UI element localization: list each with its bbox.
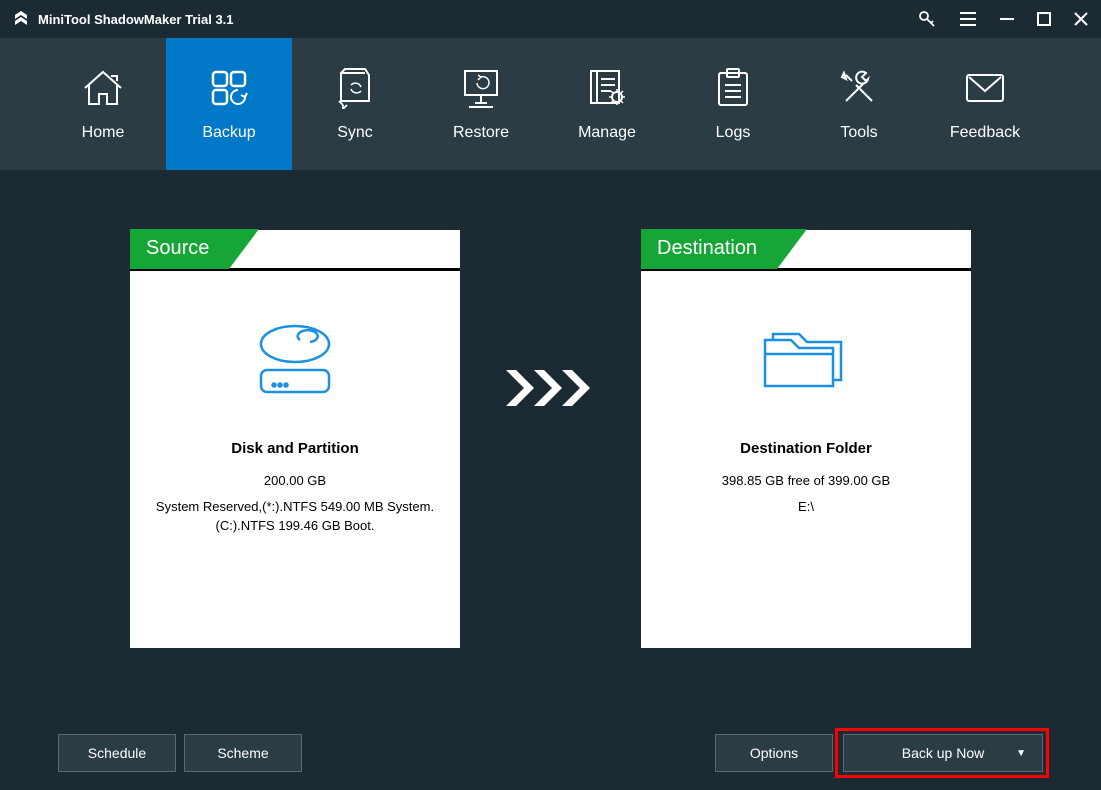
backup-now-label: Back up Now [902,745,984,761]
nav-label: Feedback [950,124,1020,142]
destination-detail: E:\ [788,497,824,517]
nav-label: Logs [716,124,751,142]
maximize-icon[interactable] [1037,12,1051,26]
app-title: MiniTool ShadowMaker Trial 3.1 [38,12,234,27]
backup-icon [207,66,251,110]
content-area: Source Disk and Partition 200.00 GB Syst… [0,170,1101,648]
nav-label: Backup [202,124,255,142]
restore-icon [459,66,503,110]
schedule-button[interactable]: Schedule [58,734,176,772]
nav-sync[interactable]: Sync [292,38,418,170]
nav-logs[interactable]: Logs [670,38,796,170]
key-icon[interactable] [917,9,937,29]
source-heading: Disk and Partition [231,440,359,457]
destination-heading: Destination Folder [740,440,872,457]
source-header-label: Source [130,229,229,269]
logs-icon [715,66,751,110]
nav-backup[interactable]: Backup [166,38,292,170]
source-detail: System Reserved,(*:).NTFS 549.00 MB Syst… [130,497,460,536]
nav-tools[interactable]: Tools [796,38,922,170]
close-icon[interactable] [1073,11,1089,27]
destination-header: Destination [641,229,807,269]
destination-header-label: Destination [641,229,777,269]
nav-label: Tools [840,124,877,142]
app-logo-icon [12,10,30,28]
window-controls [917,9,1089,29]
sync-icon [337,66,373,110]
arrow-icon [506,370,596,406]
scheme-button[interactable]: Scheme [184,734,302,772]
nav-restore[interactable]: Restore [418,38,544,170]
destination-card[interactable]: Destination Destination Folder 398.85 GB… [641,230,971,648]
disk-icon [250,320,340,400]
dropdown-caret-icon: ▼ [1016,748,1026,759]
nav-label: Home [82,124,125,142]
feedback-icon [963,66,1007,110]
source-size: 200.00 GB [254,471,336,491]
folder-icon [759,320,853,400]
nav-label: Sync [337,124,373,142]
nav-manage[interactable]: Manage [544,38,670,170]
titlebar: MiniTool ShadowMaker Trial 3.1 [0,0,1101,38]
minimize-icon[interactable] [999,11,1015,27]
nav-label: Restore [453,124,509,142]
destination-size: 398.85 GB free of 399.00 GB [712,471,900,491]
source-card[interactable]: Source Disk and Partition 200.00 GB Syst… [130,230,460,648]
source-header: Source [130,229,259,269]
nav-home[interactable]: Home [40,38,166,170]
tools-icon [838,66,880,110]
nav-feedback[interactable]: Feedback [922,38,1048,170]
nav-label: Manage [578,124,636,142]
options-button[interactable]: Options [715,734,833,772]
backup-now-button[interactable]: Back up Now ▼ [843,734,1043,772]
footer: Schedule Scheme Options Back up Now ▼ [0,734,1101,772]
home-icon [81,66,125,110]
main-nav: Home Backup Sync Restore Manage Logs Too… [0,38,1101,170]
menu-icon[interactable] [959,10,977,28]
manage-icon [587,66,627,110]
